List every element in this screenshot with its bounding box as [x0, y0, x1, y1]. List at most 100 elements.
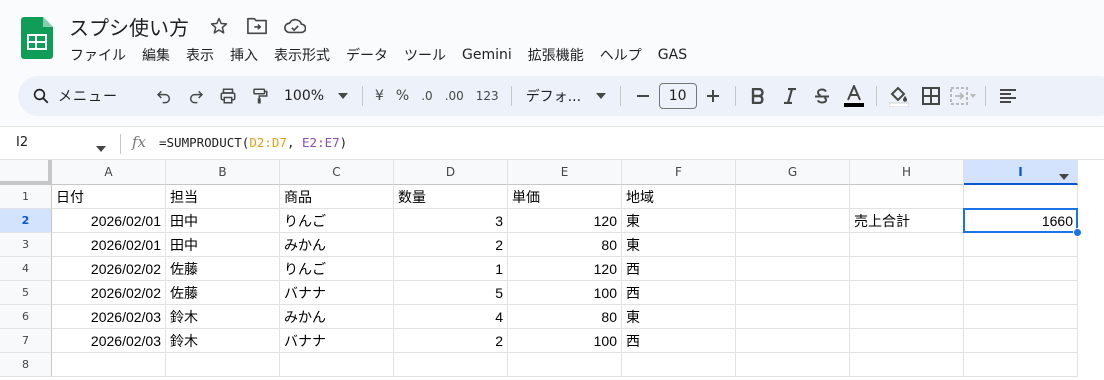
cell-b4[interactable]: 佐藤	[166, 257, 280, 281]
cell-c3[interactable]: みかん	[280, 233, 394, 257]
cell-d6[interactable]: 4	[394, 305, 508, 329]
column-header-c[interactable]: C	[280, 160, 394, 185]
cell-b3[interactable]: 田中	[166, 233, 280, 257]
percent-format-button[interactable]: %	[390, 88, 415, 104]
cell-e1[interactable]: 単価	[508, 185, 622, 209]
row-header-8[interactable]: 8	[0, 353, 52, 377]
cell-i2[interactable]: 1660	[964, 209, 1078, 233]
cell-e7[interactable]: 100	[508, 329, 622, 353]
paint-format-icon[interactable]	[244, 80, 276, 112]
cell-f5[interactable]: 西	[622, 281, 736, 305]
cell-i8[interactable]	[964, 353, 1078, 377]
cell-d8[interactable]	[394, 353, 508, 377]
cell-e2[interactable]: 120	[508, 209, 622, 233]
column-header-h[interactable]: H	[850, 160, 964, 185]
row-header-3[interactable]: 3	[0, 233, 52, 257]
move-to-folder-icon[interactable]	[245, 14, 269, 38]
cell-g6[interactable]	[736, 305, 850, 329]
cell-a7[interactable]: 2026/02/03	[52, 329, 166, 353]
row-header-5[interactable]: 5	[0, 281, 52, 305]
cell-h5[interactable]	[850, 281, 964, 305]
cell-h8[interactable]	[850, 353, 964, 377]
cell-i7[interactable]	[964, 329, 1078, 353]
cell-b2[interactable]: 田中	[166, 209, 280, 233]
italic-icon[interactable]	[774, 80, 806, 112]
cell-c5[interactable]: バナナ	[280, 281, 394, 305]
menu-help[interactable]: ヘルプ	[592, 45, 650, 65]
menu-data[interactable]: データ	[338, 45, 396, 65]
bold-icon[interactable]	[742, 80, 774, 112]
cell-i1[interactable]	[964, 185, 1078, 209]
menu-extensions[interactable]: 拡張機能	[520, 45, 592, 65]
column-header-b[interactable]: B	[166, 160, 280, 185]
merge-cells-icon[interactable]	[947, 80, 979, 112]
strikethrough-icon[interactable]	[806, 80, 838, 112]
row-header-4[interactable]: 4	[0, 257, 52, 281]
cell-f8[interactable]	[622, 353, 736, 377]
cell-e6[interactable]: 80	[508, 305, 622, 329]
cell-e4[interactable]: 120	[508, 257, 622, 281]
cell-i6[interactable]	[964, 305, 1078, 329]
cloud-saved-icon[interactable]	[283, 14, 307, 38]
cell-h7[interactable]	[850, 329, 964, 353]
chevron-down-icon[interactable]	[1059, 169, 1069, 183]
cell-g4[interactable]	[736, 257, 850, 281]
undo-icon[interactable]	[148, 80, 180, 112]
cell-a6[interactable]: 2026/02/03	[52, 305, 166, 329]
cell-c2[interactable]: りんご	[280, 209, 394, 233]
cell-g3[interactable]	[736, 233, 850, 257]
cell-b5[interactable]: 佐藤	[166, 281, 280, 305]
fill-handle[interactable]	[1073, 228, 1082, 237]
cell-h4[interactable]	[850, 257, 964, 281]
document-title[interactable]: スプシ使い方	[69, 12, 189, 41]
font-select[interactable]: デフォ...	[518, 86, 614, 106]
cell-f1[interactable]: 地域	[622, 185, 736, 209]
menu-file[interactable]: ファイル	[62, 45, 134, 65]
cell-d7[interactable]: 2	[394, 329, 508, 353]
print-icon[interactable]	[212, 80, 244, 112]
cell-h6[interactable]	[850, 305, 964, 329]
cell-c6[interactable]: みかん	[280, 305, 394, 329]
cell-b1[interactable]: 担当	[166, 185, 280, 209]
cell-h2[interactable]: 売上合計	[850, 209, 964, 233]
cell-f4[interactable]: 西	[622, 257, 736, 281]
star-icon[interactable]	[207, 14, 231, 38]
align-left-icon[interactable]	[992, 80, 1024, 112]
cell-i5[interactable]	[964, 281, 1078, 305]
menu-tools[interactable]: ツール	[396, 45, 454, 65]
borders-icon[interactable]	[915, 80, 947, 112]
column-header-i[interactable]: I	[964, 160, 1078, 185]
menu-view[interactable]: 表示	[178, 45, 222, 65]
cell-f6[interactable]: 東	[622, 305, 736, 329]
menu-insert[interactable]: 挿入	[222, 45, 266, 65]
zoom-select[interactable]: 100%	[276, 88, 356, 104]
cell-c8[interactable]	[280, 353, 394, 377]
cell-g8[interactable]	[736, 353, 850, 377]
cell-d1[interactable]: 数量	[394, 185, 508, 209]
cell-d5[interactable]: 5	[394, 281, 508, 305]
cell-c1[interactable]: 商品	[280, 185, 394, 209]
cell-h3[interactable]	[850, 233, 964, 257]
minus-icon[interactable]	[627, 80, 659, 112]
cell-a5[interactable]: 2026/02/02	[52, 281, 166, 305]
cell-b7[interactable]: 鈴木	[166, 329, 280, 353]
select-all-corner[interactable]	[0, 160, 52, 185]
cell-f2[interactable]: 東	[622, 209, 736, 233]
row-header-6[interactable]: 6	[0, 305, 52, 329]
column-header-e[interactable]: E	[508, 160, 622, 185]
column-header-d[interactable]: D	[394, 160, 508, 185]
cell-h1[interactable]	[850, 185, 964, 209]
cell-g7[interactable]	[736, 329, 850, 353]
cell-c7[interactable]: バナナ	[280, 329, 394, 353]
row-header-7[interactable]: 7	[0, 329, 52, 353]
cell-d3[interactable]: 2	[394, 233, 508, 257]
increase-decimal-button[interactable]: .00	[439, 89, 470, 103]
cell-b6[interactable]: 鈴木	[166, 305, 280, 329]
column-header-f[interactable]: F	[622, 160, 736, 185]
name-box[interactable]: I2	[16, 135, 28, 150]
row-header-2[interactable]: 2	[0, 209, 52, 233]
menu-search[interactable]: メニュー	[18, 76, 148, 116]
cell-a2[interactable]: 2026/02/01	[52, 209, 166, 233]
cell-d2[interactable]: 3	[394, 209, 508, 233]
cell-f3[interactable]: 東	[622, 233, 736, 257]
